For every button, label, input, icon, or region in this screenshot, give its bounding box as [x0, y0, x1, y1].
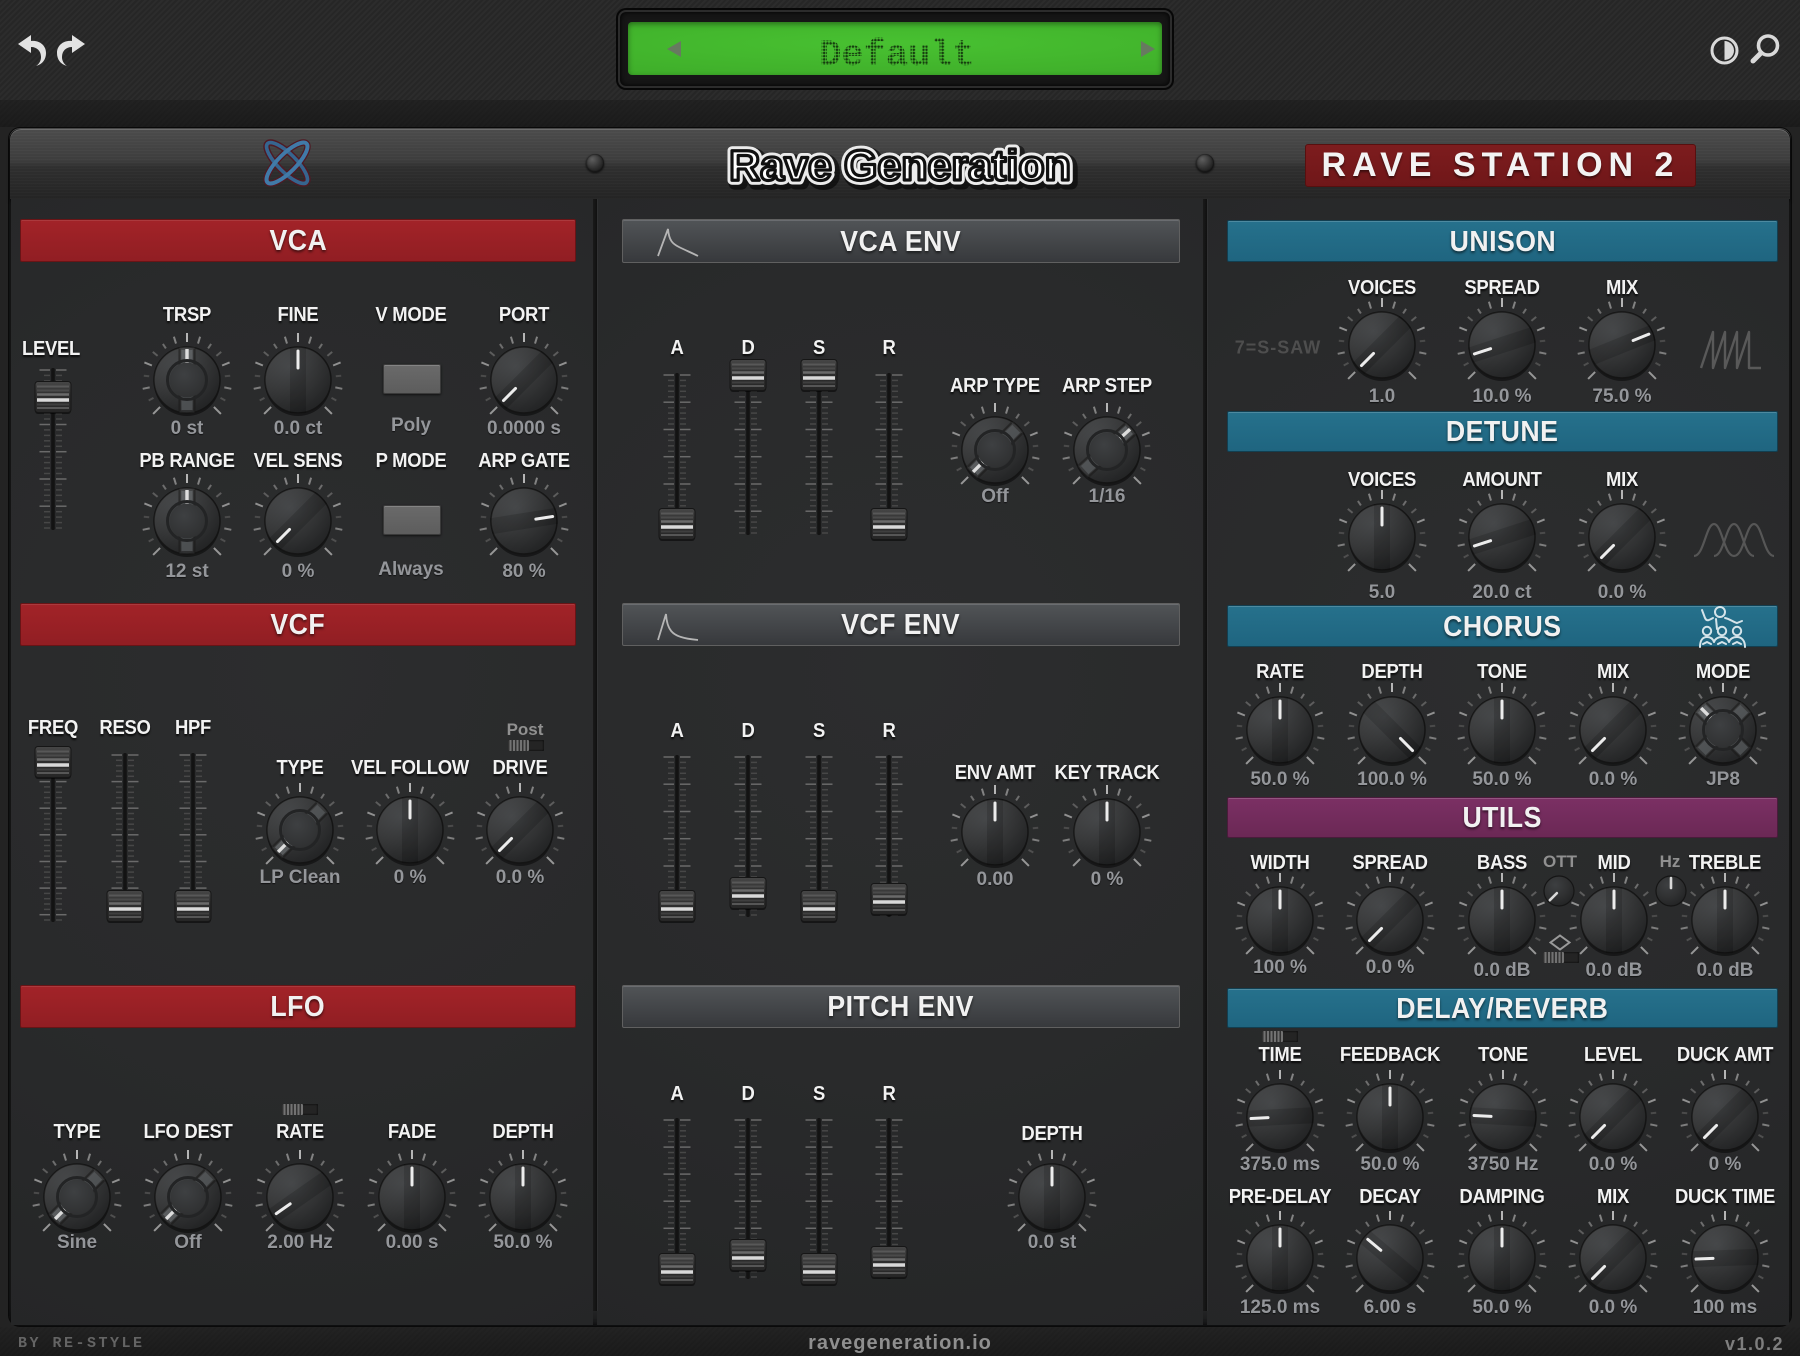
svg-text:Rave Generation: Rave Generation: [729, 142, 1071, 190]
svg-text:Default: Default: [819, 35, 974, 77]
